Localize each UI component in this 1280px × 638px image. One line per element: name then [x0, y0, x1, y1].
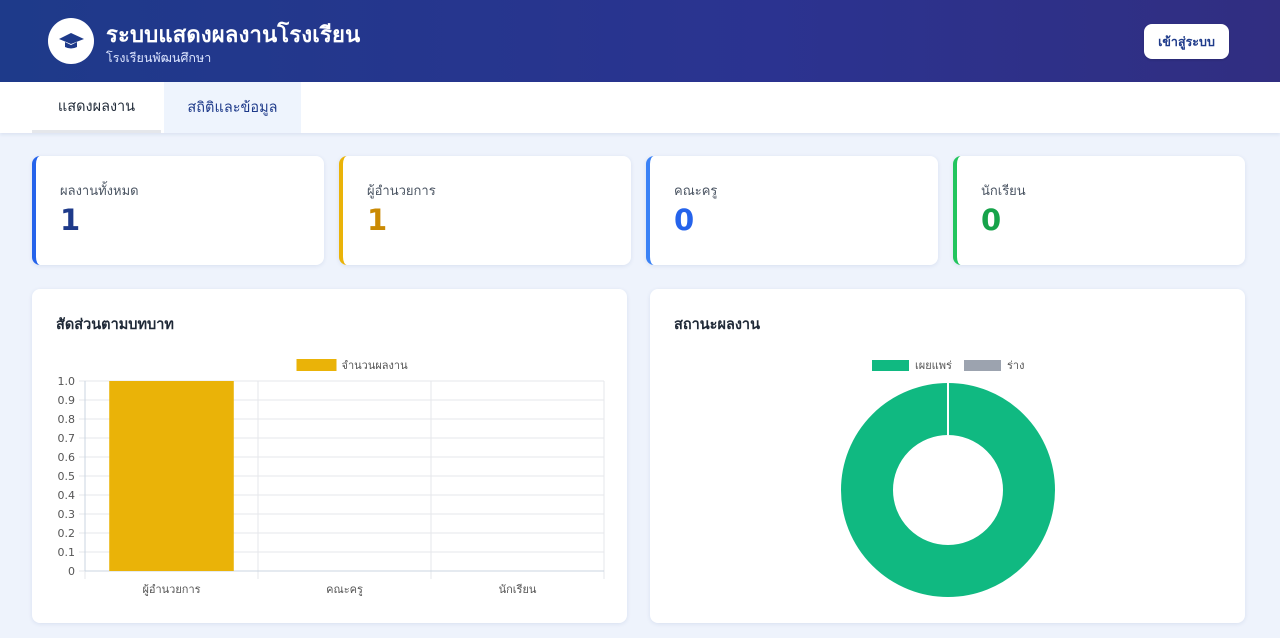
x-tick-label: คณะครู [326, 583, 363, 596]
stat-card-total-works: ผลงานทั้งหมด 1 [32, 156, 324, 265]
legend-swatch [872, 360, 909, 371]
stat-label: นักเรียน [981, 184, 1026, 199]
stat-label: ผู้อำนวยการ [367, 184, 436, 199]
role-chart-panel: สัดส่วนตามบทบาท จำนวนผลงาน 0 0.1 0.2 0.3 0.4 0… [32, 289, 627, 623]
stat-card-students: นักเรียน 0 [953, 156, 1245, 265]
login-button[interactable]: เข้าสู่ระบบ [1144, 24, 1229, 59]
y-tick-label: 0.8 [58, 413, 76, 426]
school-name: โรงเรียนพัฒนศึกษา [106, 50, 212, 65]
legend-label: เผยแพร่ [915, 359, 952, 372]
app-header: ระบบแสดงผลงานโรงเรียน โรงเรียนพัฒนศึกษา … [0, 0, 1280, 82]
stat-value: 1 [60, 203, 81, 237]
y-tick-label: 0.1 [58, 546, 76, 559]
tab-statistics[interactable]: สถิติและข้อมูล [164, 82, 301, 133]
stat-card-director: ผู้อำนวยการ 1 [339, 156, 631, 265]
x-tick-label: นักเรียน [499, 583, 537, 596]
legend-swatch [296, 359, 337, 371]
status-chart-panel: สถานะผลงาน เผยแพร่ ร่าง [650, 289, 1245, 623]
graduation-cap-icon [59, 33, 84, 49]
y-tick-label: 1.0 [58, 375, 76, 388]
role-bar-chart: จำนวนผลงาน 0 0.1 0.2 0.3 0.4 0.5 0.6 0.7 0.8 0.9 1.… [58, 359, 605, 596]
legend-label: ร่าง [1007, 359, 1024, 372]
legend-label: จำนวนผลงาน [342, 359, 409, 372]
stat-label: ผลงานทั้งหมด [60, 184, 139, 199]
stat-value: 0 [674, 203, 695, 237]
school-logo [48, 18, 94, 64]
y-tick-label: 0.6 [58, 451, 76, 464]
x-tick-label: ผู้อำนวยการ [142, 583, 200, 596]
y-tick-label: 0.2 [58, 527, 76, 540]
stat-label: คณะครู [674, 184, 718, 199]
y-tick-label: 0.3 [58, 508, 76, 521]
y-tick-label: 0 [68, 565, 75, 578]
stat-card-teachers: คณะครู 0 [646, 156, 938, 265]
tab-bar: แสดงผลงาน สถิติและข้อมูล [0, 82, 1280, 133]
tab-show-works[interactable]: แสดงผลงาน [32, 82, 161, 133]
y-tick-label: 0.9 [58, 394, 76, 407]
app-title: ระบบแสดงผลงานโรงเรียน [106, 23, 361, 48]
y-tick-label: 0.5 [58, 470, 76, 483]
y-tick-label: 0.7 [58, 432, 76, 445]
stat-value: 0 [981, 203, 1002, 237]
status-donut-chart: เผยแพร่ ร่าง [841, 359, 1055, 597]
legend-swatch [964, 360, 1001, 371]
stat-value: 1 [367, 203, 388, 237]
y-tick-label: 0.4 [58, 489, 76, 502]
bar [109, 381, 234, 571]
